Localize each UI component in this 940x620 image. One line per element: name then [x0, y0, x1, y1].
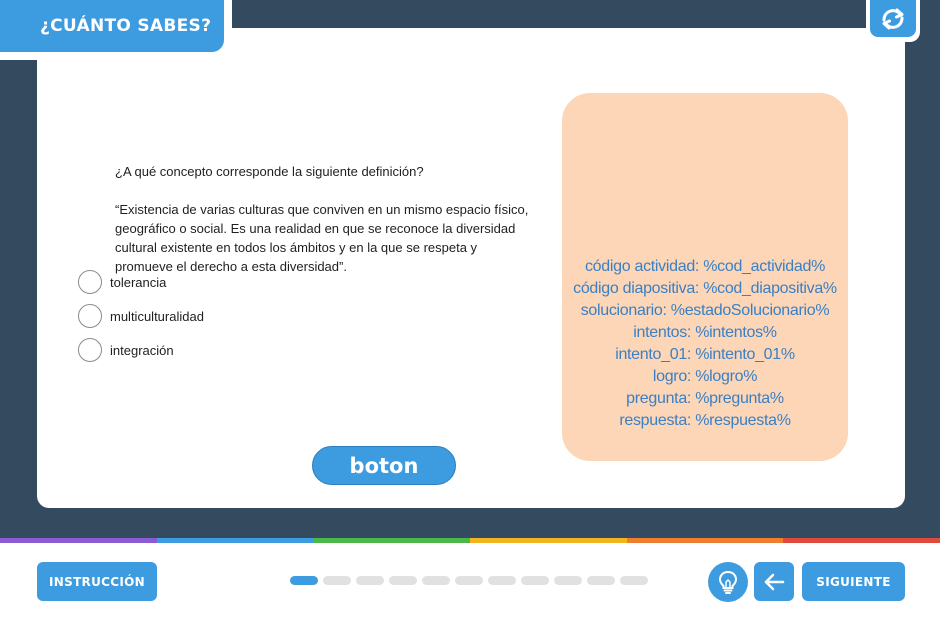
progress-step-8[interactable] [521, 576, 549, 585]
progress-step-2[interactable] [323, 576, 351, 585]
content-card: ¿A qué concepto corresponde la siguiente… [37, 28, 905, 508]
option-integracion[interactable]: integración [78, 333, 204, 367]
lightbulb-icon [718, 570, 738, 594]
question-block: ¿A qué concepto corresponde la siguiente… [115, 162, 535, 276]
radio-button[interactable] [78, 304, 102, 328]
info-line-respuesta: respuesta: %respuesta% [619, 412, 791, 429]
info-line-solucionario: solucionario: %estadoSolucionario% [580, 302, 830, 319]
radio-button[interactable] [78, 338, 102, 362]
next-button[interactable]: SIGUIENTE [802, 562, 905, 601]
info-panel: código actividad: %cod_actividad% código… [562, 93, 848, 461]
question-prompt: ¿A qué concepto corresponde la siguiente… [115, 164, 424, 179]
boton-button[interactable]: boton [312, 446, 456, 485]
reload-button-inner[interactable] [870, 0, 916, 37]
option-tolerancia[interactable]: tolerancia [78, 265, 204, 299]
info-line-intento-01: intento_01: %intento_01% [615, 346, 795, 363]
reload-button[interactable] [866, 0, 920, 42]
option-label: tolerancia [110, 274, 167, 290]
info-line-pregunta: pregunta: %pregunta% [626, 390, 784, 407]
instruction-button[interactable]: INSTRUCCIÓN [37, 562, 157, 601]
back-button[interactable] [754, 562, 794, 601]
progress-indicator [290, 576, 648, 585]
page-title: ¿CUÁNTO SABES? [40, 16, 212, 36]
option-label: integración [110, 342, 174, 358]
footer-bar: INSTRUCCIÓN SIGUIENTE [0, 543, 940, 620]
answer-options: tolerancia multiculturalidad integración [78, 265, 204, 367]
info-line-logro: logro: %logro% [652, 368, 758, 385]
info-line-cod-diapositiva: código diapositiva: %cod_diapositiva% [573, 280, 837, 297]
stage-frame: ¿A qué concepto corresponde la siguiente… [0, 0, 940, 538]
progress-step-9[interactable] [554, 576, 582, 585]
option-label: multiculturalidad [110, 308, 204, 324]
progress-step-1[interactable] [290, 576, 318, 585]
title-banner: ¿CUÁNTO SABES? [0, 0, 224, 52]
radio-button[interactable] [78, 270, 102, 294]
info-line-intentos: intentos: %intentos% [633, 324, 777, 341]
progress-step-6[interactable] [455, 576, 483, 585]
arrow-left-icon [764, 573, 785, 590]
progress-step-5[interactable] [422, 576, 450, 585]
progress-step-11[interactable] [620, 576, 648, 585]
progress-step-4[interactable] [389, 576, 417, 585]
info-line-cod-actividad: código actividad: %cod_actividad% [584, 258, 826, 275]
hint-button[interactable] [708, 562, 748, 602]
title-tab: ¿CUÁNTO SABES? [0, 0, 232, 60]
progress-step-10[interactable] [587, 576, 615, 585]
reload-icon [882, 8, 904, 29]
progress-step-3[interactable] [356, 576, 384, 585]
option-multiculturalidad[interactable]: multiculturalidad [78, 299, 204, 333]
progress-step-7[interactable] [488, 576, 516, 585]
